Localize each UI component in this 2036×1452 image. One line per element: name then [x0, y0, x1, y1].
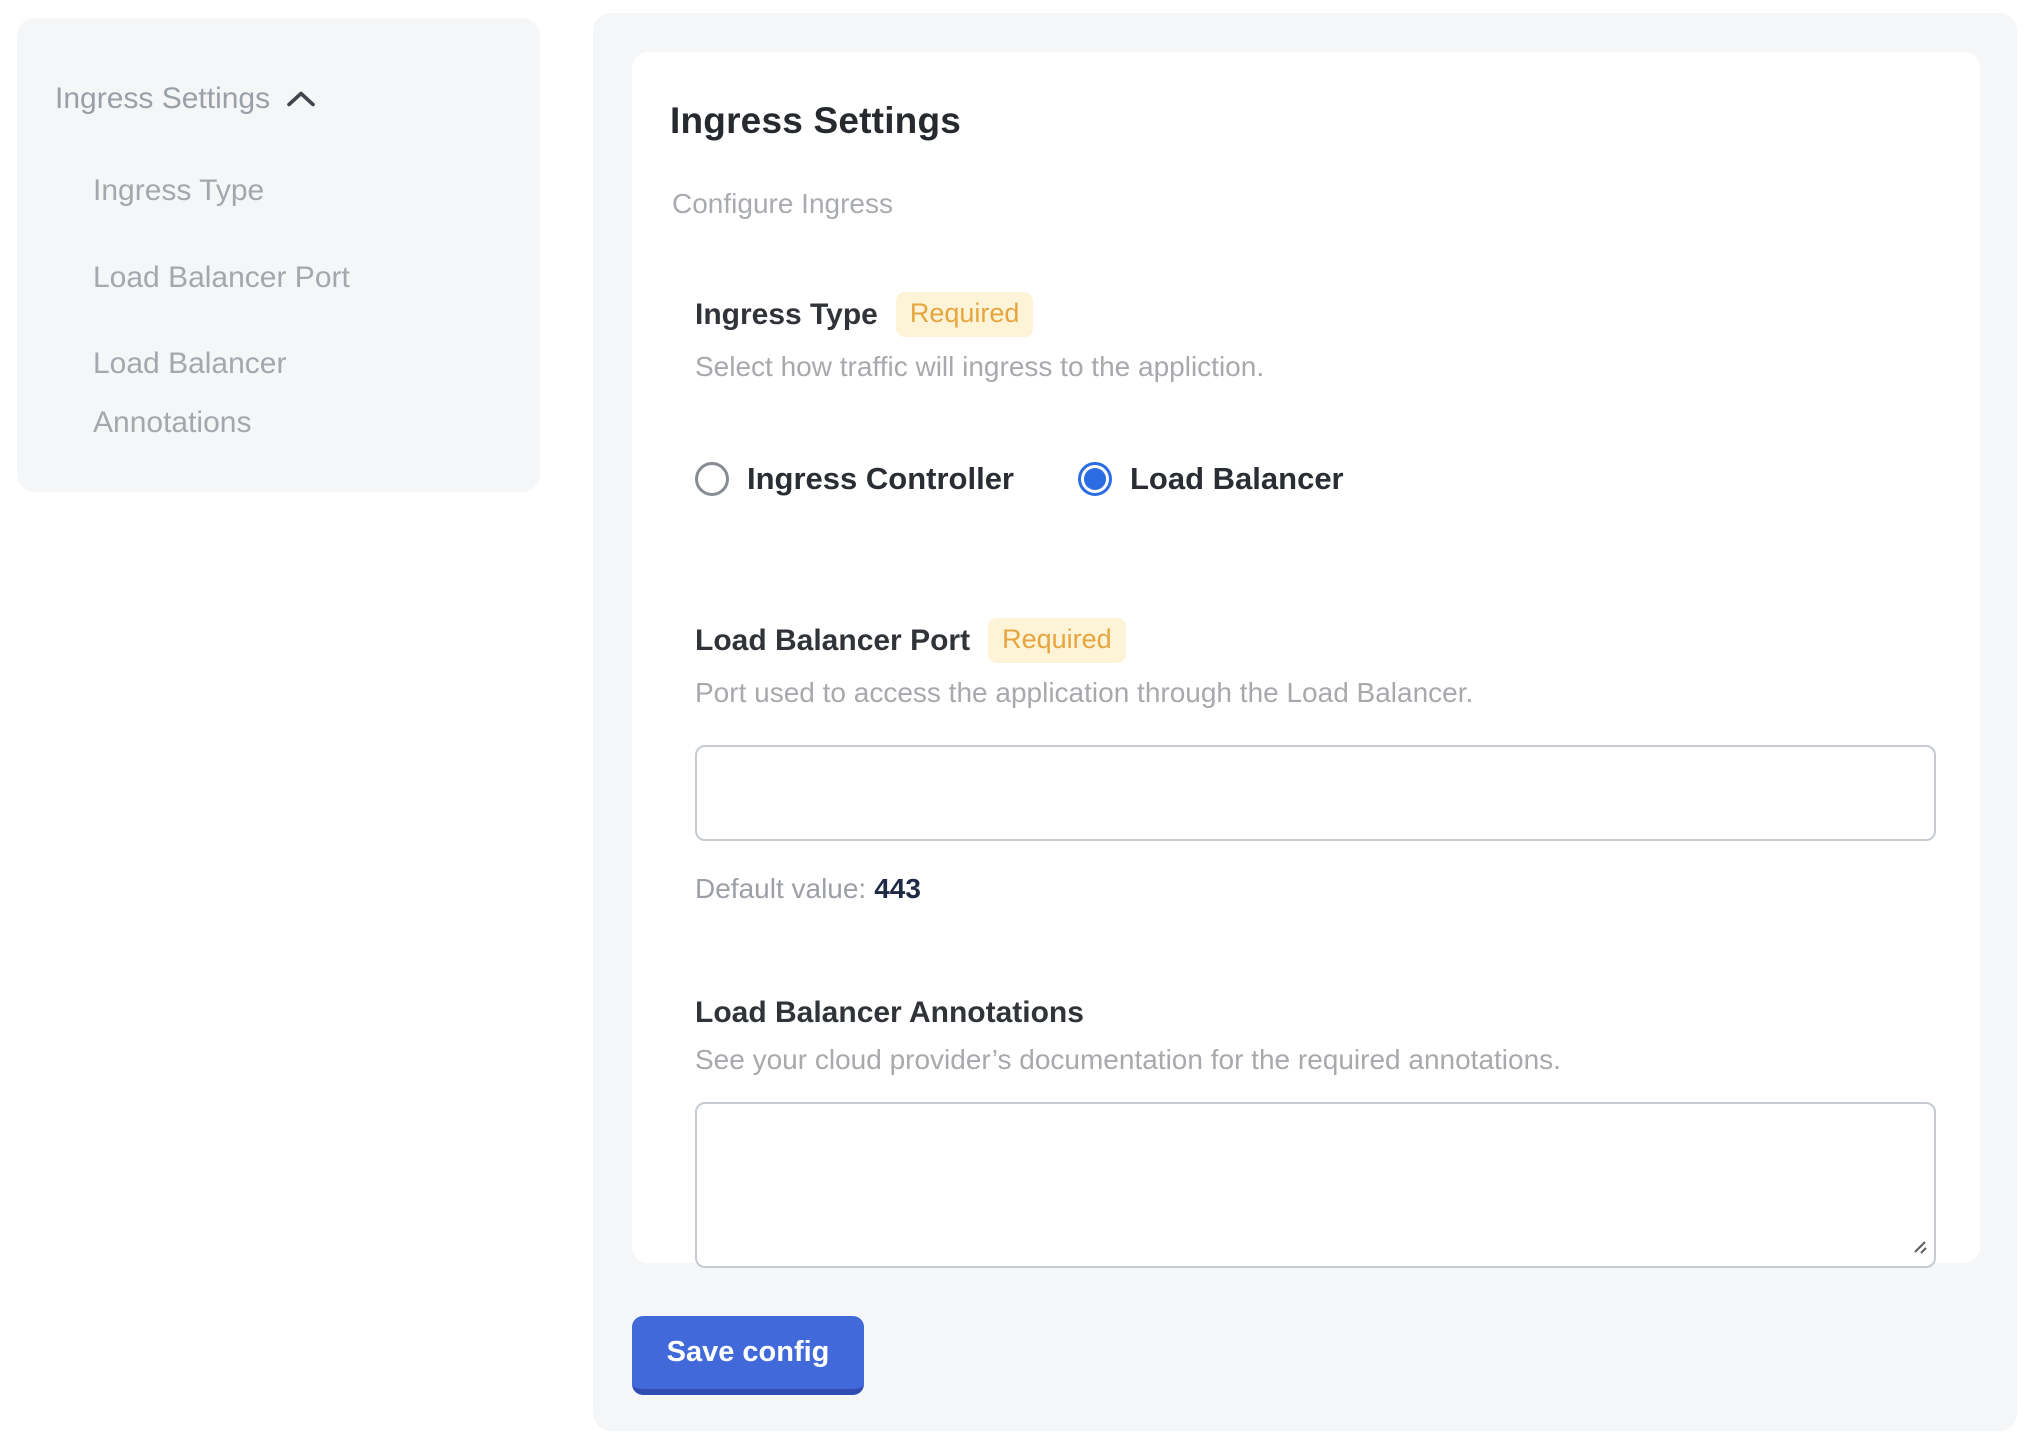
ingress-settings-card: Ingress Settings Configure Ingress Ingre… [632, 52, 1980, 1263]
sidebar-item-ingress-type[interactable]: Ingress Type [93, 162, 423, 221]
sidebar-section-ingress-settings[interactable]: Ingress Settings [55, 82, 510, 116]
settings-nav-sidebar: Ingress Settings Ingress Type Load Balan… [17, 18, 540, 492]
lb-port-description: Port used to access the application thro… [695, 677, 1936, 709]
radio-option-load-balancer[interactable]: Load Balancer [1078, 461, 1344, 497]
default-value-label: Default value: [695, 873, 866, 904]
chevron-up-icon[interactable] [286, 82, 316, 116]
required-badge: Required [896, 292, 1034, 337]
radio-option-ingress-controller[interactable]: Ingress Controller [695, 461, 1014, 497]
lb-port-label: Load Balancer Port [695, 624, 970, 658]
sidebar-section-label: Ingress Settings [55, 82, 270, 116]
page-subtitle: Configure Ingress [672, 188, 1936, 220]
field-load-balancer-port: Load Balancer Port Required Port used to… [695, 618, 1936, 905]
load-balancer-annotations-textarea[interactable] [695, 1102, 1936, 1268]
radio-button-icon[interactable] [695, 462, 729, 496]
page-title: Ingress Settings [670, 100, 1936, 142]
load-balancer-port-input[interactable] [695, 745, 1936, 841]
ingress-type-radio-group: Ingress Controller Load Balancer [695, 437, 1936, 521]
lb-annotations-textarea-wrap [695, 1102, 1936, 1268]
default-value-number: 443 [874, 873, 921, 904]
required-badge: Required [988, 618, 1126, 663]
radio-label-load-balancer: Load Balancer [1130, 461, 1344, 497]
page: Ingress Settings Ingress Type Load Balan… [0, 0, 2036, 1452]
ingress-type-label: Ingress Type [695, 298, 878, 332]
lb-port-default-row: Default value: 443 [695, 873, 1936, 905]
lb-port-label-row: Load Balancer Port Required [695, 618, 1936, 663]
ingress-settings-panel: Ingress Settings Configure Ingress Ingre… [593, 13, 2017, 1431]
field-ingress-type: Ingress Type Required Select how traffic… [695, 292, 1936, 521]
lb-annotations-label: Load Balancer Annotations [695, 996, 1084, 1030]
sidebar-item-load-balancer-annotations[interactable]: Load Balancer Annotations [93, 335, 423, 452]
radio-button-icon[interactable] [1078, 462, 1112, 496]
lb-annotations-description: See your cloud provider’s documentation … [695, 1044, 1936, 1076]
sidebar-item-load-balancer-port[interactable]: Load Balancer Port [93, 249, 423, 308]
ingress-type-label-row: Ingress Type Required [695, 292, 1936, 337]
field-load-balancer-annotations: Load Balancer Annotations See your cloud… [695, 996, 1936, 1268]
lb-annotations-label-row: Load Balancer Annotations [695, 996, 1936, 1030]
save-config-button[interactable]: Save config [632, 1316, 864, 1395]
sidebar-item-list: Ingress Type Load Balancer Port Load Bal… [93, 162, 423, 452]
radio-label-ingress-controller: Ingress Controller [747, 461, 1014, 497]
ingress-type-description: Select how traffic will ingress to the a… [695, 351, 1936, 383]
